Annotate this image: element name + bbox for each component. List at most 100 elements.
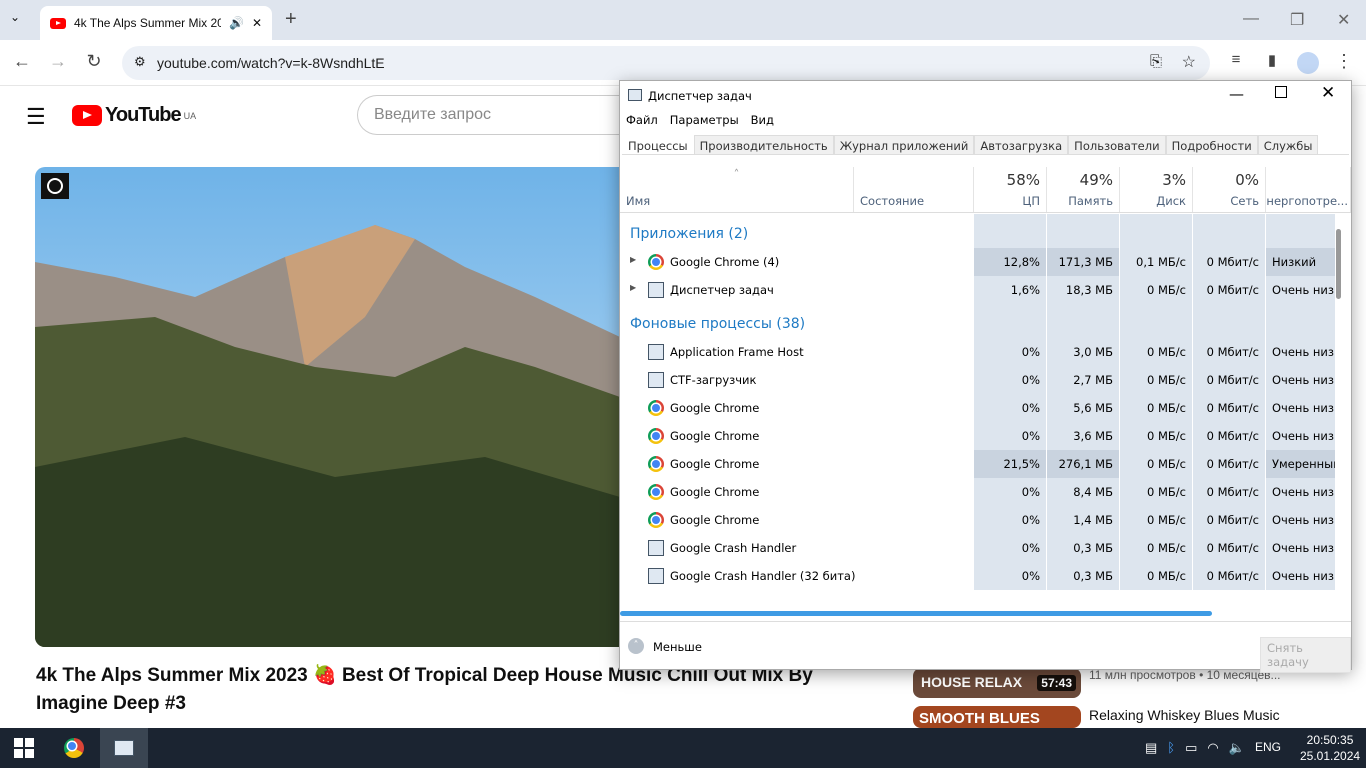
cpu-value: 1,6% — [974, 276, 1047, 304]
bookmark-star-icon[interactable]: ☆ — [1182, 52, 1196, 72]
wifi-icon[interactable]: ◠ — [1207, 740, 1218, 756]
close-button[interactable]: ✕ — [1337, 10, 1350, 30]
related-thumbnail[interactable]: SMOOTH BLUES — [913, 706, 1081, 728]
column-memory[interactable]: 49% Память — [1047, 167, 1120, 212]
process-row[interactable]: Google Crash Handler 0% 0,3 МБ 0 МБ/с 0 Мбит… — [620, 534, 1335, 562]
column-label: Энергопотре... — [1266, 194, 1348, 208]
column-network[interactable]: 0% Сеть — [1193, 167, 1266, 212]
group-header[interactable]: Фоновые процессы (38) — [630, 316, 805, 332]
net-value: 0 Мбит/с — [1193, 394, 1266, 422]
expand-chevron-icon[interactable]: ▶ — [630, 283, 636, 292]
tab-details[interactable]: Подробности — [1165, 135, 1258, 154]
forward-button[interactable]: → — [46, 51, 70, 72]
tab-search-button[interactable]: ⌄ — [10, 10, 20, 24]
fewer-details-button[interactable]: Меньше — [653, 640, 702, 654]
install-app-icon[interactable]: ⎘ — [1150, 53, 1162, 70]
process-row[interactable]: ▶ Google Chrome (4) 12,8% 171,3 МБ 0,1 МБ/с 0… — [620, 248, 1335, 276]
taskbar-task-manager[interactable] — [100, 728, 148, 768]
end-task-button[interactable]: Снять задачу — [1260, 637, 1351, 673]
column-status[interactable]: Состояние — [854, 167, 974, 212]
net-value: 0 Мбит/с — [1193, 506, 1266, 534]
process-name: Google Crash Handler — [670, 541, 797, 555]
tab-startup[interactable]: Автозагрузка — [974, 135, 1069, 154]
disk-value: 0 МБ/с — [1120, 394, 1193, 422]
process-row[interactable]: Google Chrome 0% 1,4 МБ 0 МБ/с 0 Мбит/с Очень… — [620, 506, 1335, 534]
process-row[interactable]: Google Chrome 0% 5,6 МБ 0 МБ/с 0 Мбит/с Очень… — [620, 394, 1335, 422]
mem-value: 0,3 МБ — [1047, 562, 1120, 590]
process-row[interactable]: CTF-загрузчик 0% 2,7 МБ 0 МБ/с 0 Мбит/с Очень… — [620, 366, 1335, 394]
window-title: Диспетчер задач — [648, 89, 752, 103]
tab-strip: ⌄ 4k The Alps Summer Mix 20 🔊 ✕ + — ❐ ✕ — [0, 0, 1366, 40]
tm-maximize-button[interactable] — [1275, 86, 1287, 98]
search-input[interactable]: Введите запрос — [357, 95, 637, 135]
column-shading — [1047, 214, 1120, 248]
tab-services[interactable]: Службы — [1257, 135, 1319, 154]
column-disk[interactable]: 3% Диск — [1120, 167, 1193, 212]
tab-processes[interactable]: Процессы — [622, 135, 694, 154]
process-row[interactable]: Google Crash Handler (32 бита) 0% 0,3 МБ 0 … — [620, 562, 1335, 590]
volume-icon[interactable]: 🔈 — [1229, 740, 1245, 756]
expand-chevron-icon[interactable]: ▶ — [630, 255, 636, 264]
taskbar-chrome[interactable] — [50, 728, 98, 768]
column-name[interactable]: ˄ Имя — [620, 167, 854, 212]
related-title[interactable]: Relaxing Whiskey Blues Music — [1089, 707, 1280, 723]
column-cpu[interactable]: 58% ЦП — [974, 167, 1047, 212]
menu-view[interactable]: Вид — [751, 113, 774, 127]
tray-app-icon[interactable]: ▤ — [1145, 740, 1157, 756]
generic-icon — [648, 540, 664, 556]
restore-button[interactable]: ❐ — [1290, 10, 1304, 30]
net-value: 0 Мбит/с — [1193, 478, 1266, 506]
taskbar: ▤ ᛒ ▭ ◠ 🔈 ENG 20:50:35 25.01.2024 — [0, 728, 1366, 768]
vertical-scrollbar[interactable] — [1336, 229, 1341, 299]
browser-tab[interactable]: 4k The Alps Summer Mix 20 🔊 ✕ — [40, 6, 272, 40]
process-row[interactable]: Application Frame Host 0% 3,0 МБ 0 МБ/с 0 Мб… — [620, 338, 1335, 366]
column-power[interactable]: Энергопотре... — [1266, 167, 1351, 212]
power-value: Очень низк — [1266, 394, 1335, 422]
bluetooth-icon[interactable]: ᛒ — [1167, 740, 1175, 756]
reload-button[interactable]: ↻ — [82, 51, 106, 72]
tm-close-button[interactable]: ✕ — [1321, 83, 1335, 103]
start-button[interactable] — [14, 738, 34, 758]
browser-menu-icon[interactable]: ⋮ — [1332, 51, 1356, 72]
process-row[interactable]: Google Chrome 21,5% 276,1 МБ 0 МБ/с 0 Мбит/с… — [620, 450, 1335, 478]
tab-app-history[interactable]: Журнал приложений — [833, 135, 975, 154]
language-indicator[interactable]: ENG — [1255, 740, 1281, 756]
tm-minimize-button[interactable]: — — [1229, 85, 1244, 103]
mem-value: 2,7 МБ — [1047, 366, 1120, 394]
minimize-button[interactable]: — — [1243, 10, 1259, 28]
speaker-icon[interactable]: 🔊 — [229, 16, 244, 30]
media-control-icon[interactable]: ≡ — [1224, 51, 1248, 68]
battery-icon[interactable]: ▭ — [1185, 740, 1197, 756]
net-value: 0 Мбит/с — [1193, 534, 1266, 562]
hamburger-menu-icon[interactable]: ☰ — [26, 104, 46, 130]
chrome-icon — [648, 456, 664, 472]
column-shading — [1120, 304, 1193, 338]
cpu-value: 0% — [974, 422, 1047, 450]
collapse-icon[interactable]: ˄ — [628, 638, 644, 654]
horizontal-scrollbar[interactable] — [620, 611, 1212, 616]
menu-options[interactable]: Параметры — [670, 113, 739, 127]
youtube-logo[interactable]: YouTube UA — [72, 104, 196, 127]
tab-performance[interactable]: Производительность — [693, 135, 834, 154]
tab-users[interactable]: Пользователи — [1068, 135, 1166, 154]
back-button[interactable]: ← — [10, 51, 34, 72]
related-thumbnail[interactable]: HOUSE RELAX 57:43 — [913, 668, 1081, 698]
disk-total: 3% — [1162, 171, 1186, 189]
process-row[interactable]: Google Chrome 0% 3,6 МБ 0 МБ/с 0 Мбит/с Очень… — [620, 422, 1335, 450]
address-bar[interactable]: ⚙ youtube.com/watch?v=k-8WsndhLtE ⎘ ☆ — [122, 46, 1210, 80]
new-tab-button[interactable]: + — [285, 8, 297, 31]
group-header[interactable]: Приложения (2) — [630, 226, 748, 242]
power-value: Умеренный — [1266, 450, 1335, 478]
menu-file[interactable]: Файл — [626, 113, 658, 127]
process-row[interactable]: Google Chrome 0% 8,4 МБ 0 МБ/с 0 Мбит/с Очень… — [620, 478, 1335, 506]
power-value: Очень низк — [1266, 506, 1335, 534]
process-row[interactable]: ▶ Диспетчер задач 1,6% 18,3 МБ 0 МБ/с 0 Мбит/… — [620, 276, 1335, 304]
video-duration: 57:43 — [1037, 675, 1076, 691]
profile-avatar[interactable] — [1297, 52, 1319, 74]
video-player[interactable] — [35, 167, 620, 647]
side-panel-icon[interactable]: ▮ — [1260, 51, 1284, 69]
close-tab-icon[interactable]: ✕ — [252, 16, 262, 30]
site-info-icon[interactable]: ⚙ — [134, 54, 146, 70]
power-value: Очень низк — [1266, 534, 1335, 562]
clock[interactable]: 20:50:35 25.01.2024 — [1300, 732, 1360, 764]
